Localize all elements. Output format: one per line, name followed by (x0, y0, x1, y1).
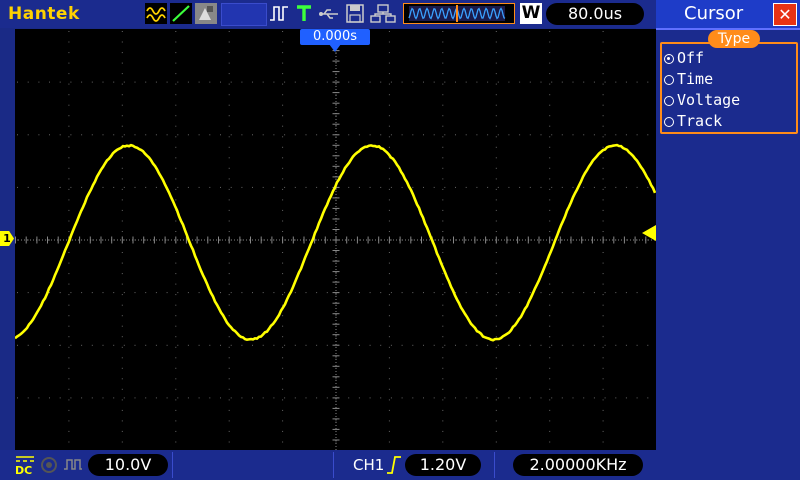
waveform-canvas (15, 29, 656, 450)
pulse-trigger-icon[interactable] (268, 3, 290, 24)
ch1-scale-readout[interactable]: 10.0V (88, 454, 168, 476)
persistence-icon[interactable] (195, 3, 217, 24)
cursor-option-track[interactable]: Track (664, 111, 722, 131)
save-icon[interactable] (345, 3, 365, 24)
radio-selected-icon (664, 54, 674, 64)
radio-icon (664, 117, 674, 127)
ch1-waveform-trace (15, 145, 655, 340)
invert-icon[interactable] (63, 456, 83, 474)
option-label: Off (677, 49, 704, 67)
waveform-display[interactable] (15, 29, 656, 450)
trigger-t-icon[interactable] (294, 3, 314, 24)
trigger-level-marker-icon[interactable] (642, 225, 656, 241)
cursor-option-time[interactable]: Time (664, 69, 713, 89)
cursor-option-voltage[interactable]: Voltage (664, 90, 740, 110)
cursor-menu-panel: Cursor ✕ Type Off Time Voltage Track (656, 0, 800, 480)
trigger-level-readout[interactable]: 1.20V (405, 454, 481, 476)
bandwidth-limit-icon[interactable] (39, 456, 59, 474)
acquire-mode-icon[interactable] (145, 3, 167, 24)
radio-icon (664, 75, 674, 85)
top-status-bar: Hantek W 80.0us (0, 0, 656, 28)
close-icon[interactable]: ✕ (773, 3, 797, 26)
timebase-readout[interactable]: 80.0us (546, 3, 644, 25)
option-label: Voltage (677, 91, 740, 109)
trigger-position-marker-icon (329, 44, 341, 52)
display-vector-icon[interactable] (170, 3, 192, 24)
option-label: Track (677, 112, 722, 130)
memory-depth-icon[interactable]: W (520, 3, 542, 24)
frequency-readout: 2.00000KHz (513, 454, 643, 476)
memory-overview-bar[interactable] (403, 3, 515, 24)
cursor-type-label: Type (708, 30, 760, 48)
usb-icon (318, 3, 340, 24)
trigger-source-label: CH1 (353, 456, 384, 474)
panel-header: Cursor ✕ (656, 0, 800, 30)
network-icon (370, 3, 396, 24)
ch1-ground-marker[interactable]: 1 (0, 231, 14, 246)
cursor-option-off[interactable]: Off (664, 48, 704, 68)
option-label: Time (677, 70, 713, 88)
divider (172, 452, 173, 478)
status-slot (221, 3, 267, 26)
coupling-dc-icon[interactable]: DC (15, 452, 35, 478)
bottom-status-bar: DC 10.0V CH1 1.20V 2.00000KHz (0, 450, 656, 480)
radio-icon (664, 96, 674, 106)
divider (333, 452, 334, 478)
trigger-position-tag: 0.000s (300, 29, 370, 45)
coupling-label: DC (15, 464, 32, 477)
brand-logo: Hantek (8, 4, 80, 24)
divider (494, 452, 495, 478)
panel-title: Cursor (684, 3, 743, 24)
rising-edge-icon[interactable] (386, 455, 402, 475)
